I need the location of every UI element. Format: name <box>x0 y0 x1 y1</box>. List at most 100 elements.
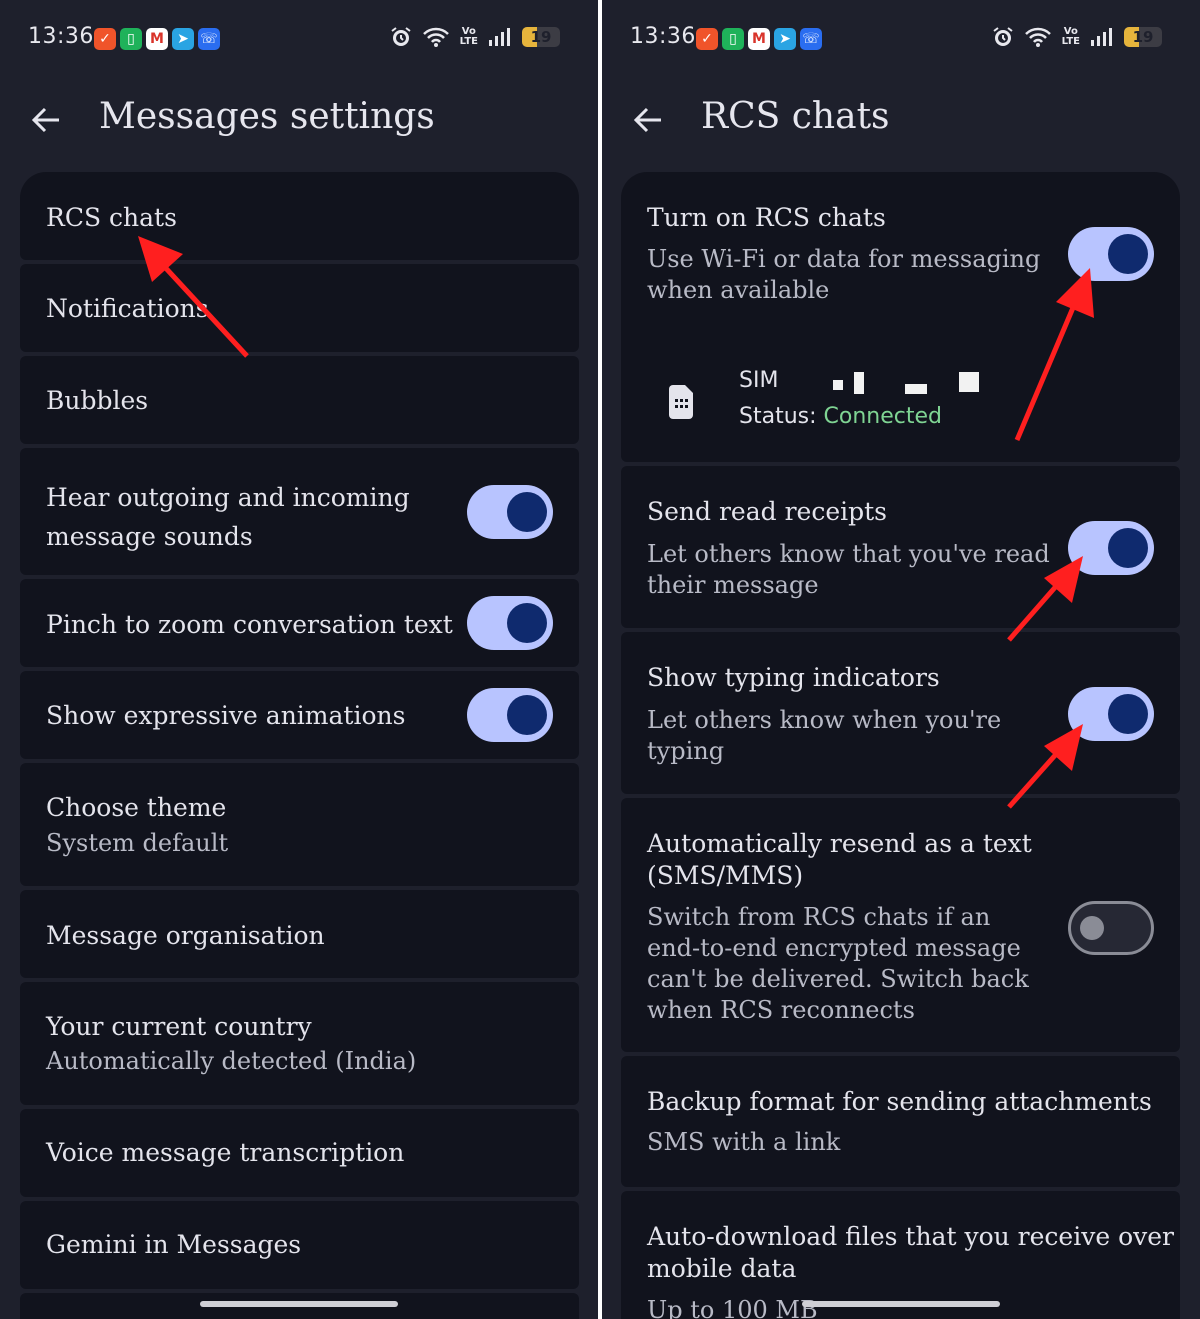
home-indicator[interactable] <box>200 1301 398 1307</box>
typing-indicators-toggle[interactable] <box>1068 687 1154 741</box>
wifi-icon <box>1024 27 1051 47</box>
page-title: Messages settings <box>99 96 435 137</box>
setting-title: Hear outgoing and incoming <box>46 483 410 512</box>
volte-icon: Vo LTE <box>460 27 478 47</box>
setting-current-country[interactable]: Your current country Automatically detec… <box>20 982 579 1105</box>
check-app-icon: ✓ <box>94 28 116 50</box>
setting-message-organisation[interactable]: Message organisation <box>20 890 579 978</box>
setting-title: Show expressive animations <box>46 701 406 730</box>
setting-title-line1: Auto-download files that you receive ove… <box>647 1222 1174 1251</box>
green-app-icon: ▯ <box>120 28 142 50</box>
setting-title: Your current country <box>46 1012 312 1041</box>
setting-gemini[interactable]: Gemini in Messages <box>20 1201 579 1289</box>
system-icons: Vo LTE 19 <box>390 26 560 48</box>
toggle-knob <box>1108 528 1148 568</box>
setting-title: Bubbles <box>46 386 149 415</box>
rcs-toggle[interactable] <box>1068 227 1154 281</box>
message-sounds-toggle[interactable] <box>467 485 553 539</box>
setting-subtitle-line1: Switch from RCS chats if an <box>647 903 991 931</box>
back-button[interactable] <box>26 100 66 140</box>
expressive-animations-toggle[interactable] <box>467 688 553 742</box>
read-receipts-toggle[interactable] <box>1068 521 1154 575</box>
phone-app-icon: ☏ <box>198 28 220 50</box>
toggle-knob <box>507 695 547 735</box>
redacted-mark <box>905 384 927 394</box>
setting-title: Choose theme <box>46 793 227 822</box>
status-time: 13:36 <box>630 24 696 49</box>
sim-status-value: Connected <box>823 404 942 429</box>
setting-title: Turn on RCS chats <box>647 203 886 232</box>
alarm-icon <box>993 27 1013 46</box>
notification-icons: ✓ ▯ M ➤ ☏ <box>696 28 822 50</box>
toggle-knob <box>507 492 547 532</box>
arrow-back-icon <box>31 107 59 133</box>
setting-voice-transcription[interactable]: Voice message transcription <box>20 1109 579 1197</box>
setting-subtitle: SMS with a link <box>647 1128 841 1156</box>
auto-resend-toggle[interactable] <box>1068 901 1154 955</box>
setting-choose-theme[interactable]: Choose theme System default <box>20 763 579 886</box>
setting-title: Gemini in Messages <box>46 1230 302 1259</box>
wifi-icon <box>422 27 449 47</box>
toggle-knob <box>507 603 547 643</box>
battery-level: 19 <box>530 28 552 46</box>
setting-subtitle: System default <box>46 829 229 857</box>
setting-backup-format[interactable]: Backup format for sending attachments SM… <box>621 1056 1180 1187</box>
setting-turn-on-rcs[interactable]: Turn on RCS chats Use Wi-Fi or data for … <box>621 172 1180 462</box>
setting-subtitle-line4: when RCS reconnects <box>647 996 915 1024</box>
system-icons: Vo LTE 19 <box>992 26 1162 48</box>
sim-status: Status: Connected <box>739 404 942 429</box>
settings-list: RCS chats Notifications Bubbles Hear out… <box>20 172 579 1319</box>
setting-subtitle-line2: typing <box>647 737 725 765</box>
setting-title: Backup format for sending attachments <box>647 1087 1152 1116</box>
toggle-knob <box>1080 916 1104 940</box>
setting-bubbles[interactable]: Bubbles <box>20 356 579 444</box>
setting-notifications[interactable]: Notifications <box>20 264 579 352</box>
setting-message-sounds[interactable]: Hear outgoing and incoming message sound… <box>20 448 579 575</box>
setting-expressive-animations[interactable]: Show expressive animations <box>20 671 579 759</box>
setting-subtitle: Up to 100 MB <box>647 1296 818 1319</box>
setting-rcs-chats[interactable]: RCS chats <box>20 172 579 260</box>
sim-status-row: SIM Status: Connected <box>661 358 1081 448</box>
setting-subtitle-line3: can't be delivered. Switch back <box>647 965 1029 993</box>
setting-subtitle-line2: end-to-end encrypted message <box>647 934 1021 962</box>
setting-read-receipts[interactable]: Send read receipts Let others know that … <box>621 466 1180 628</box>
setting-subtitle-line1: Let others know when you're <box>647 706 1002 734</box>
status-bar: 13:36 ✓ ▯ M ➤ ☏ Vo LTE 19 <box>602 18 1200 62</box>
signal-icon <box>1091 28 1112 46</box>
back-button[interactable] <box>628 100 668 140</box>
setting-subtitle-line1: Use Wi-Fi or data for messaging <box>647 245 1041 273</box>
sim-status-label: Status: <box>739 404 824 429</box>
app-bar: RCS chats <box>602 88 1200 154</box>
notification-icons: ✓ ▯ M ➤ ☏ <box>94 28 220 50</box>
battery-level: 19 <box>1132 28 1154 46</box>
setting-title: Message organisation <box>46 921 325 950</box>
redacted-mark <box>959 372 979 392</box>
setting-title: Notifications <box>46 294 209 323</box>
setting-title: RCS chats <box>46 203 177 232</box>
volte-label-bottom: LTE <box>1061 36 1080 47</box>
setting-title-line2: message sounds <box>46 522 253 551</box>
check-app-icon: ✓ <box>696 28 718 50</box>
home-indicator[interactable] <box>802 1301 1000 1307</box>
rcs-settings-list: Turn on RCS chats Use Wi-Fi or data for … <box>621 172 1180 1319</box>
setting-auto-download[interactable]: Auto-download files that you receive ove… <box>621 1191 1180 1319</box>
rcs-chats-screen: 13:36 ✓ ▯ M ➤ ☏ Vo LTE 19 RCS chats Turn … <box>602 0 1200 1319</box>
redacted-mark <box>833 380 843 390</box>
setting-subtitle: Automatically detected (India) <box>46 1047 417 1075</box>
pinch-zoom-toggle[interactable] <box>467 596 553 650</box>
toggle-knob <box>1108 694 1148 734</box>
setting-typing-indicators[interactable]: Show typing indicators Let others know w… <box>621 632 1180 794</box>
sim-card-icon <box>669 385 693 419</box>
messages-settings-screen: 13:36 ✓ ▯ M ➤ ☏ Vo LTE 19 Messages settin… <box>0 0 598 1319</box>
telegram-icon: ➤ <box>172 28 194 50</box>
battery-icon: 19 <box>522 27 560 47</box>
setting-title: Send read receipts <box>647 497 887 526</box>
setting-auto-resend[interactable]: Automatically resend as a text (SMS/MMS)… <box>621 798 1180 1052</box>
app-bar: Messages settings <box>0 88 598 154</box>
page-title: RCS chats <box>701 96 890 137</box>
signal-icon <box>489 28 510 46</box>
setting-subtitle-line1: Let others know that you've read <box>647 540 1050 568</box>
setting-pinch-zoom[interactable]: Pinch to zoom conversation text <box>20 579 579 667</box>
phone-app-icon: ☏ <box>800 28 822 50</box>
arrow-back-icon <box>633 107 661 133</box>
